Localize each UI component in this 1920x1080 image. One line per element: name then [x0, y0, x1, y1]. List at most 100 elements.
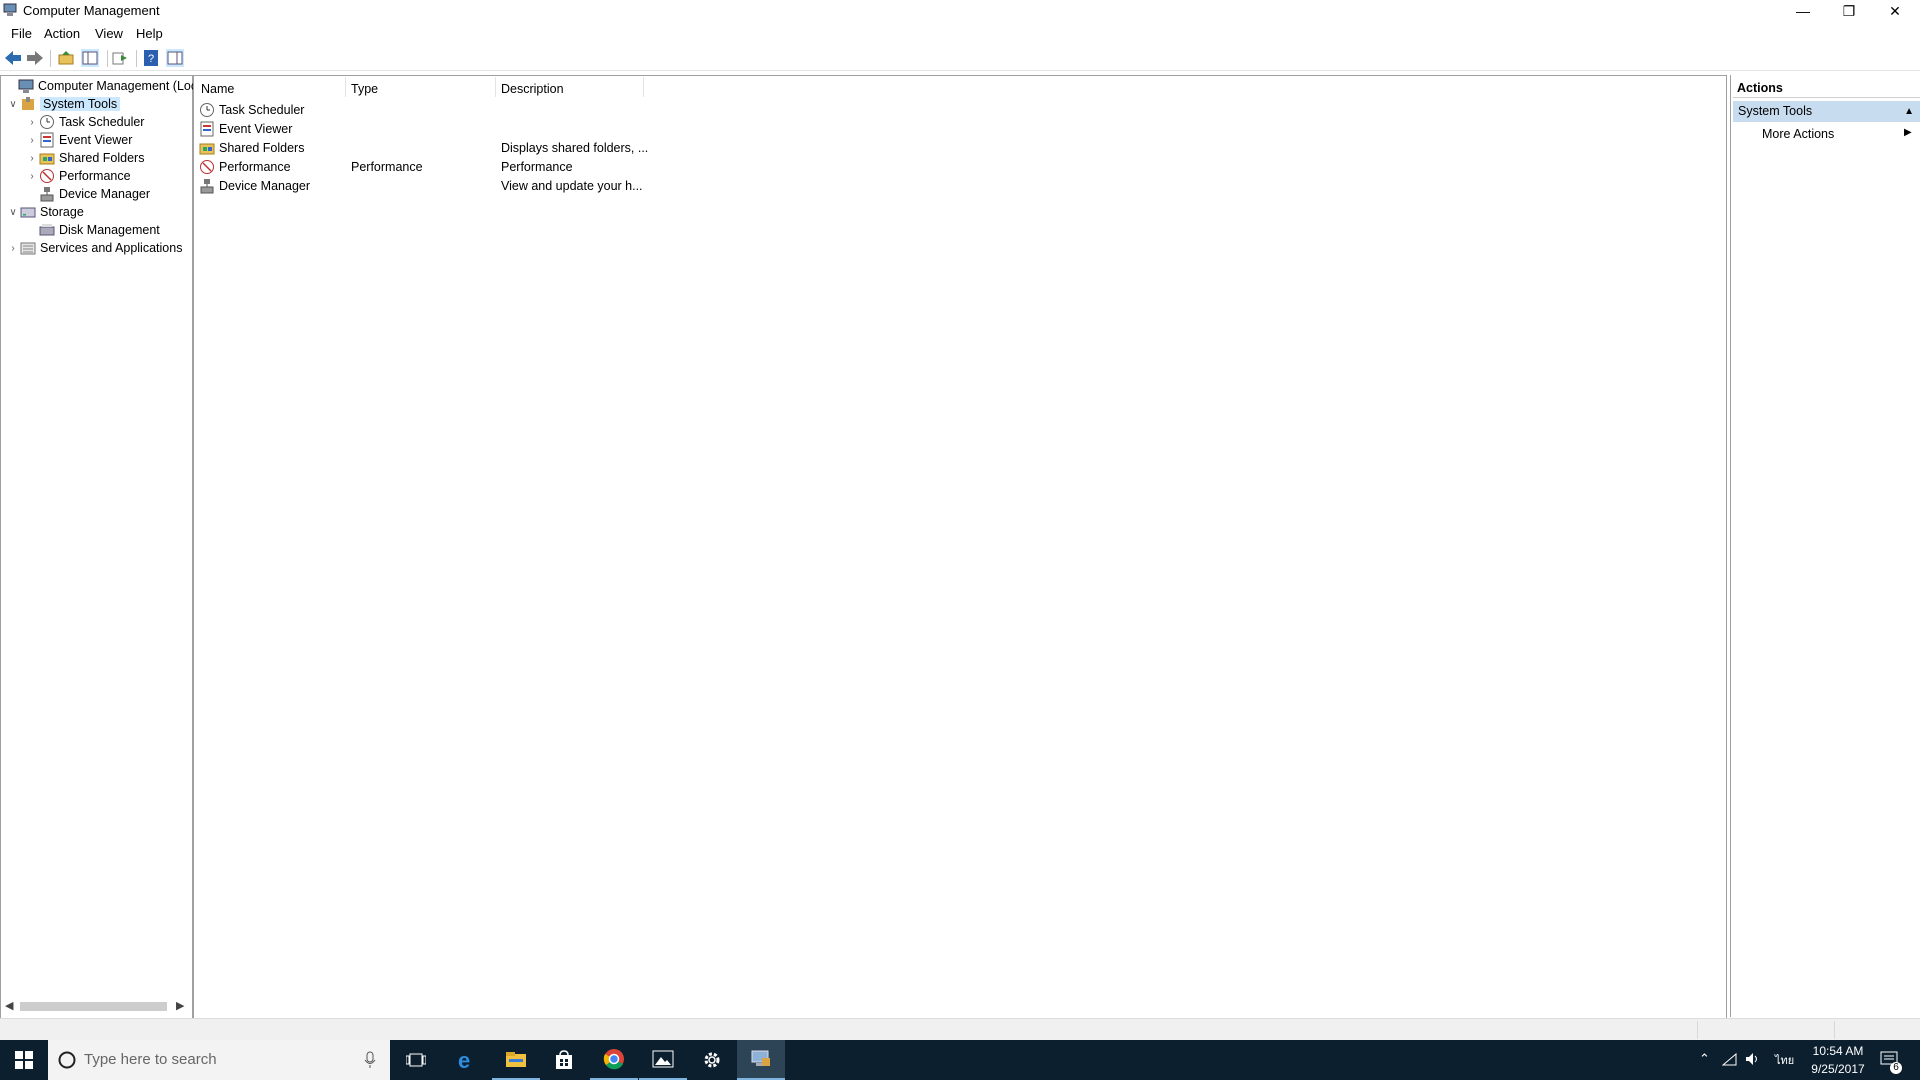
- edge-browser-icon[interactable]: e: [443, 1040, 491, 1080]
- tree-item-label: Device Manager: [59, 187, 151, 201]
- tree-item-system-tools[interactable]: ∨ System Tools: [6, 95, 121, 113]
- windows-start-icon[interactable]: [0, 1040, 48, 1080]
- volume-icon[interactable]: [1745, 1052, 1761, 1069]
- list-item-name: Event Viewer: [219, 122, 293, 136]
- event-viewer-icon: [200, 121, 214, 137]
- menu-action[interactable]: Action: [44, 26, 80, 41]
- search-placeholder: Type here to search: [84, 1051, 217, 1068]
- shared-folder-icon: [199, 143, 215, 155]
- clock-date[interactable]: 9/25/2017: [1808, 1062, 1868, 1076]
- tree-item-label: System Tools: [40, 97, 121, 111]
- tree-item-disk-management[interactable]: Disk Management: [25, 221, 160, 239]
- tree-item-task-scheduler[interactable]: › Task Scheduler: [25, 113, 144, 131]
- event-viewer-icon: [40, 132, 54, 148]
- horizontal-scrollbar[interactable]: ◀ ▶: [2, 999, 187, 1013]
- collapsed-chevron-icon[interactable]: ›: [6, 243, 20, 254]
- tree-item-performance[interactable]: › Performance: [25, 167, 131, 185]
- expanded-chevron-icon[interactable]: ∨: [6, 99, 20, 110]
- close-button[interactable]: ✕: [1872, 0, 1918, 22]
- actions-group-system-tools[interactable]: System Tools ▲: [1733, 101, 1920, 122]
- column-divider[interactable]: [643, 77, 644, 97]
- device-manager-icon: [200, 179, 214, 194]
- list-item-device-manager[interactable]: Device Manager: [199, 177, 310, 195]
- performance-icon: [200, 160, 214, 174]
- microphone-icon[interactable]: [364, 1051, 376, 1072]
- list-item-description: Performance: [501, 160, 573, 174]
- show-hide-action-pane-icon[interactable]: [166, 49, 184, 67]
- device-manager-icon: [40, 187, 54, 202]
- export-list-icon[interactable]: [111, 49, 129, 67]
- status-bar: [0, 1018, 1920, 1041]
- back-icon[interactable]: [4, 49, 22, 67]
- list-item-shared-folders[interactable]: Shared Folders: [199, 139, 304, 157]
- submenu-arrow-icon[interactable]: ▶: [1904, 127, 1912, 138]
- menu-view[interactable]: View: [95, 26, 123, 41]
- scroll-left-icon[interactable]: ◀: [5, 999, 13, 1012]
- collapsed-chevron-icon[interactable]: ›: [25, 135, 39, 146]
- toolbar-separator: [136, 50, 137, 67]
- restore-button[interactable]: ❐: [1826, 0, 1872, 22]
- forward-icon[interactable]: [26, 49, 44, 67]
- clock-time[interactable]: 10:54 AM: [1808, 1044, 1868, 1058]
- toolbar: [0, 46, 1920, 71]
- expanded-chevron-icon[interactable]: ∨: [6, 207, 20, 218]
- computer-management-icon: [18, 79, 34, 93]
- actions-group-label: System Tools: [1738, 104, 1813, 118]
- tree-item-label: Services and Applications: [40, 241, 183, 255]
- tree-item-computer-management[interactable]: Computer Management (Local: [4, 77, 207, 95]
- collapsed-chevron-icon[interactable]: ›: [25, 171, 39, 182]
- toolbar-separator: [50, 50, 51, 67]
- show-hide-console-tree-icon[interactable]: [81, 49, 99, 67]
- collapsed-chevron-icon[interactable]: ›: [25, 117, 39, 128]
- minimize-button[interactable]: —: [1780, 0, 1826, 22]
- network-icon[interactable]: [1721, 1052, 1738, 1070]
- menu-file[interactable]: File: [11, 26, 32, 41]
- column-divider[interactable]: [345, 77, 346, 97]
- list-item-event-viewer[interactable]: Event Viewer: [199, 120, 292, 138]
- tree-item-label: Performance: [59, 169, 131, 183]
- toolbar-separator: [107, 50, 108, 67]
- collapse-up-icon[interactable]: ▲: [1904, 101, 1914, 122]
- computer-management-taskbar-icon[interactable]: [737, 1040, 785, 1080]
- column-divider[interactable]: [495, 77, 496, 97]
- list-item-task-scheduler[interactable]: Task Scheduler: [199, 101, 304, 119]
- tree-item-storage[interactable]: ∨ Storage: [6, 203, 84, 221]
- status-divider: [1834, 1021, 1835, 1039]
- tree-item-device-manager[interactable]: Device Manager: [25, 185, 150, 203]
- menu-help[interactable]: Help: [136, 26, 163, 41]
- menu-bar: [0, 24, 1920, 44]
- title-bar: [0, 0, 1920, 22]
- input-language-icon[interactable]: ไทย: [1775, 1051, 1794, 1069]
- column-header-name[interactable]: Name: [201, 82, 234, 96]
- computer-management-icon: [3, 3, 17, 17]
- store-icon[interactable]: [540, 1040, 588, 1080]
- file-explorer-icon[interactable]: [492, 1040, 540, 1080]
- collapsed-chevron-icon[interactable]: ›: [25, 153, 39, 164]
- tree-item-label: Disk Management: [59, 223, 160, 237]
- chrome-icon[interactable]: [590, 1040, 638, 1080]
- task-view-icon[interactable]: [392, 1040, 440, 1080]
- actions-pane: [1730, 75, 1920, 1017]
- show-hidden-icons-chevron[interactable]: ⌃: [1699, 1051, 1710, 1067]
- list-item-performance[interactable]: Performance: [199, 158, 291, 176]
- notification-badge: 6: [1890, 1062, 1902, 1074]
- scroll-thumb[interactable]: [20, 1002, 167, 1011]
- more-actions-item[interactable]: More Actions: [1762, 127, 1834, 141]
- cortana-circle-icon: [58, 1051, 76, 1072]
- window-title: Computer Management: [23, 3, 160, 18]
- up-folder-icon[interactable]: [57, 49, 75, 67]
- tree-item-services-and-applications[interactable]: › Services and Applications: [6, 239, 182, 257]
- column-header-description[interactable]: Description: [501, 82, 564, 96]
- column-header-type[interactable]: Type: [351, 82, 378, 96]
- help-icon[interactable]: ?: [142, 49, 160, 67]
- clock-icon: [200, 103, 214, 117]
- tree-item-label: Storage: [40, 205, 84, 219]
- photos-icon[interactable]: [639, 1040, 687, 1080]
- tree-item-shared-folders[interactable]: › Shared Folders: [25, 149, 144, 167]
- tree-item-event-viewer[interactable]: › Event Viewer: [25, 131, 132, 149]
- tree-item-label: Event Viewer: [59, 133, 133, 147]
- settings-gear-icon[interactable]: [688, 1040, 736, 1080]
- scroll-right-icon[interactable]: ▶: [176, 999, 184, 1012]
- services-icon: [20, 242, 36, 255]
- status-divider: [1697, 1021, 1698, 1039]
